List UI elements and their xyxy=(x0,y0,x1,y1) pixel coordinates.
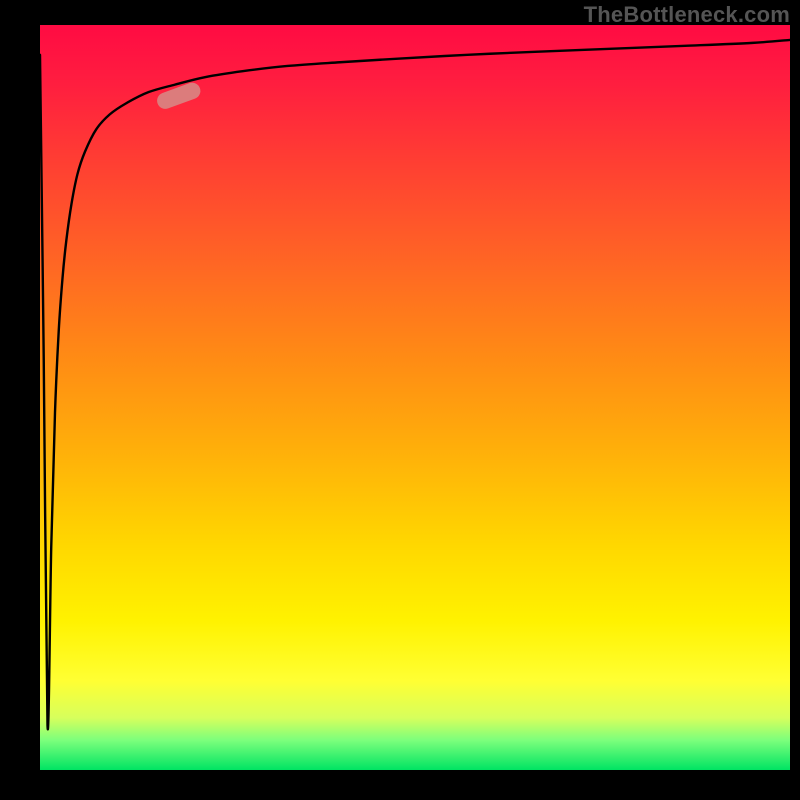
chart-frame: TheBottleneck.com xyxy=(0,0,800,800)
watermark-text: TheBottleneck.com xyxy=(584,2,790,28)
bottleneck-curve xyxy=(40,40,790,729)
curve-layer xyxy=(40,25,790,770)
plot-area xyxy=(40,25,790,770)
highlight-marker xyxy=(155,80,203,111)
